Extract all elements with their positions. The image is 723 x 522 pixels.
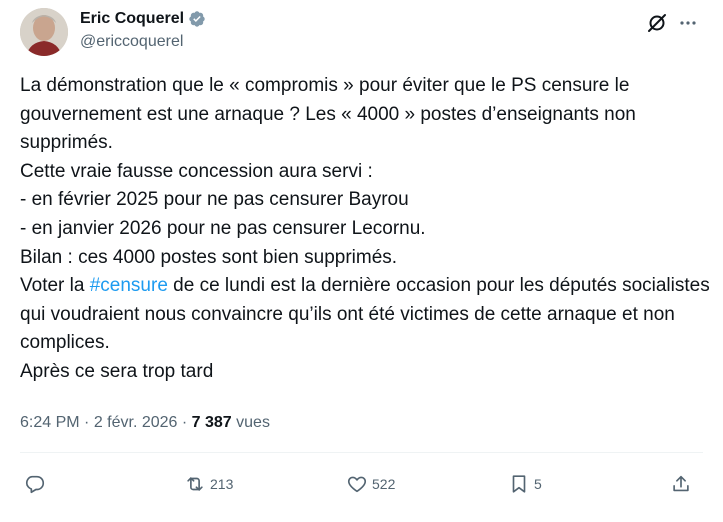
author-names: Eric Coquerel @ericcoquerel — [80, 9, 206, 53]
like-icon — [347, 476, 367, 493]
retweet-count: 213 — [210, 476, 234, 492]
verified-badge-icon[interactable] — [188, 10, 206, 28]
like-count: 522 — [372, 476, 396, 492]
tweet-text: La démonstration que le « compromis » po… — [20, 72, 710, 387]
tweet-time[interactable]: 6:24 PM — [20, 414, 80, 431]
views-count: 7 387 — [191, 414, 232, 431]
bookmark-count: 5 — [534, 476, 542, 492]
reply-button[interactable] — [24, 470, 50, 498]
author-handle[interactable]: @ericcoquerel — [80, 31, 206, 53]
share-icon — [673, 475, 689, 492]
hashtag-link[interactable]: #censure — [90, 275, 168, 296]
divider — [20, 452, 703, 453]
tweet-date[interactable]: 2 févr. 2026 — [94, 414, 178, 431]
tweet-meta: 6:24 PM · 2 févr. 2026 · 7 387 vues — [20, 412, 270, 434]
action-bar: 213 522 5 — [20, 470, 703, 498]
reply-icon — [25, 475, 45, 494]
meta-separator: · — [79, 414, 94, 431]
avatar[interactable] — [20, 8, 68, 56]
like-button[interactable]: 522 — [346, 470, 395, 498]
author-display-name-row[interactable]: Eric Coquerel — [80, 9, 206, 29]
author-display-name[interactable]: Eric Coquerel — [80, 9, 184, 29]
tweet-text-part-1: La démonstration que le « compromis » po… — [20, 75, 636, 297]
share-button[interactable] — [670, 470, 692, 498]
grok-icon[interactable] — [646, 12, 668, 34]
retweet-icon — [187, 477, 203, 491]
bookmark-button[interactable]: 5 — [508, 470, 542, 498]
retweet-button[interactable]: 213 — [184, 470, 233, 498]
bookmark-icon — [512, 475, 526, 493]
tweet-header: Eric Coquerel @ericcoquerel — [20, 8, 710, 60]
tweet-card: Eric Coquerel @ericcoquerel La démonstra… — [0, 0, 723, 522]
more-icon[interactable] — [677, 12, 699, 34]
meta-separator-2: · — [177, 414, 192, 431]
views-label: vues — [231, 414, 270, 431]
